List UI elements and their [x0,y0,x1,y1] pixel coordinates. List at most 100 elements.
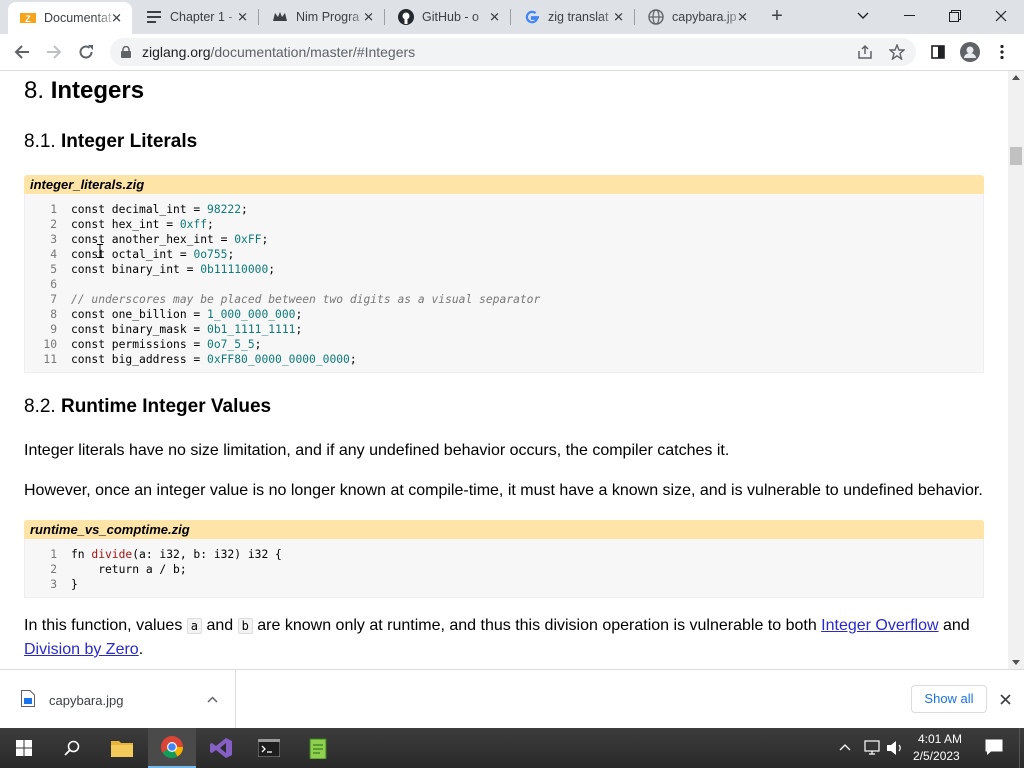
image-file-icon [21,690,35,707]
code-line: 1 const decimal_int = 98222; [25,202,248,217]
code-number: 0xFF80_0000_0000_0000 [207,353,350,366]
heading-integers: 8. Integers [24,77,144,105]
code-text: const binary_int = [71,263,201,276]
restore-icon [949,10,961,22]
notification-icon[interactable] [985,739,1003,756]
code-number: 98222 [207,203,242,216]
back-button[interactable] [9,39,35,65]
volume-icon[interactable] [886,740,904,756]
forward-button[interactable] [41,39,67,65]
code-text: const one_billion = [71,308,208,321]
code-text: const another_hex_int = [71,233,235,246]
line-number: 9 [50,323,57,336]
clock-date[interactable]: 2/5/2023 [913,749,960,763]
terminal-button[interactable] [245,728,293,768]
svg-text:Z: Z [25,14,31,24]
profile-button[interactable] [957,39,983,65]
address-bar[interactable]: ziglang.org/documentation/master/#Intege… [110,38,916,66]
scroll-up-icon[interactable] [1012,75,1020,80]
side-panel-button[interactable] [925,39,951,65]
globe-icon [648,9,664,25]
line-number: 8 [50,308,57,321]
terminal-icon [258,739,280,757]
tab-title: GitHub - o [422,10,479,24]
integer-overflow-link[interactable]: Integer Overflow [821,617,938,634]
line-number: 4 [50,248,57,261]
tab-title: Chapter 1 - [170,10,233,24]
reload-button[interactable] [73,39,99,65]
nim-icon [272,9,288,25]
paragraph-text: . [138,641,144,658]
tab-search-button[interactable] [840,0,886,32]
show-all-downloads-button[interactable]: Show all [911,685,987,713]
search-button[interactable] [48,728,96,768]
heading-text: Integer Literals [60,131,198,152]
close-icon[interactable] [1000,694,1011,705]
reload-icon [79,45,93,59]
more-vert-icon [1000,44,1004,60]
vertical-scrollbar[interactable] [1008,71,1024,669]
lock-icon [121,46,131,58]
arrow-left-icon [14,45,29,59]
heading-integer-literals: 8.1. Integer Literals [24,131,197,153]
scroll-down-icon[interactable] [1012,660,1020,665]
heading-runtime-integer-values: 8.2. Runtime Integer Values [24,396,271,418]
code-line: 10 const permissions = 0o7_5_5; [25,337,261,352]
close-tab-icon[interactable]: ✕ [489,11,500,24]
close-tab-icon[interactable]: ✕ [111,12,122,25]
close-tab-icon[interactable]: ✕ [737,11,748,24]
browser-tab[interactable]: Chapter 1 - ✕ [134,0,259,34]
browser-tab[interactable]: GitHub - o ✕ [386,0,511,34]
code-number: 0o7_5_5 [207,338,255,351]
chevron-up-icon[interactable] [207,696,218,703]
code-function-name: divide [91,548,133,561]
browser-tab[interactable]: Nim Progra ✕ [260,0,385,34]
close-tab-icon[interactable]: ✕ [237,11,248,24]
heading-number: 8. [24,77,45,104]
close-window-button[interactable] [978,0,1024,32]
clock-time[interactable]: 4:01 AM [918,732,962,746]
code-text: fn [71,548,92,561]
browser-tab[interactable]: zig translat ✕ [512,0,635,34]
tab-strip: Z Documentat ✕ Chapter 1 - ✕ Nim Progra ✕ GitHu… [0,0,1024,34]
menu-button[interactable] [989,39,1015,65]
browser-tab[interactable]: Z Documentat ✕ [8,2,132,34]
show-desktop-button[interactable] [1019,728,1024,768]
start-button[interactable] [0,728,48,768]
code-text: ; [261,233,269,246]
tab-separator [634,9,635,25]
notepad-plus-plus-button[interactable] [294,728,342,768]
line-number: 11 [43,353,57,366]
file-name-bar: runtime_vs_comptime.zig [24,520,984,539]
visual-studio-button[interactable] [197,728,245,768]
chevron-down-icon [857,12,869,19]
chevron-up-icon[interactable] [839,743,851,751]
url-text: ziglang.org/documentation/master/#Intege… [142,44,415,60]
close-tab-icon[interactable]: ✕ [363,11,374,24]
github-icon [398,9,414,25]
windows-taskbar: 4:01 AM 2/5/2023 [0,728,1024,768]
division-by-zero-link[interactable]: Division by Zero [24,641,139,658]
code-line: 6 [25,277,71,292]
code-line: 5 const binary_int = 0b11110000; [25,262,275,277]
code-text: ; [349,353,357,366]
line-number: 5 [50,263,57,276]
scroll-thumb[interactable] [1010,147,1022,165]
file-explorer-button[interactable] [98,728,146,768]
code-number: 0xff [179,218,208,231]
minimize-button[interactable] [886,0,932,32]
bookmark-star-icon[interactable] [889,44,905,60]
network-icon[interactable] [862,740,880,755]
download-item[interactable]: capybara.jpg [0,670,236,728]
browser-tab[interactable]: capybara.jp ✕ [636,0,758,34]
code-number: 0b1_1111_1111 [207,323,296,336]
code-text: ; [207,218,214,231]
code-number: 0b11110000 [200,263,269,276]
chrome-button[interactable] [148,728,196,768]
heading-text: Runtime Integer Values [60,396,272,417]
close-tab-icon[interactable]: ✕ [613,11,624,24]
share-icon[interactable] [857,44,873,60]
new-tab-button[interactable]: + [766,6,788,28]
code-text: const big_address = [71,353,208,366]
restore-button[interactable] [932,0,978,32]
